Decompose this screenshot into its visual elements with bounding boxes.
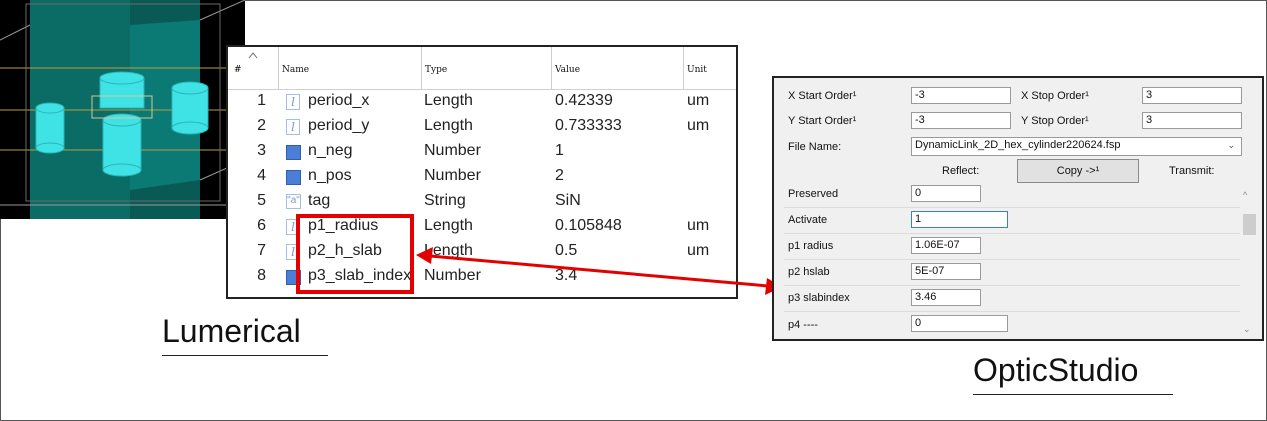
file-name-select[interactable]: DynamicLink_2D_hex_cylinder220624.fsp ⌄ <box>911 137 1242 156</box>
param-input-p2-hslab[interactable]: 5E-07 <box>911 263 981 280</box>
row-separator <box>784 233 1244 234</box>
param-input-p3-slabindex[interactable]: 3.46 <box>911 289 981 306</box>
param-input-activate[interactable]: 1 <box>911 211 1008 228</box>
param-label-preserved: Preserved <box>788 188 839 200</box>
param-label-p1-radius: p1 radius <box>788 240 834 252</box>
scroll-up-icon[interactable]: ^ <box>1243 190 1247 200</box>
param-input-preserved[interactable]: 0 <box>911 185 981 202</box>
reflect-label: Reflect: <box>942 165 980 177</box>
transmit-label: Transmit: <box>1169 165 1215 177</box>
opticstudio-label-underline <box>973 394 1173 395</box>
row-separator <box>784 207 1244 208</box>
scrollbar-thumb[interactable] <box>1243 214 1256 235</box>
param-label-p4: p4 ---- <box>788 319 818 331</box>
param-label-activate: Activate <box>788 214 828 226</box>
x-start-order-label: X Start Order¹ <box>788 90 857 102</box>
lumerical-label: Lumerical <box>162 313 301 349</box>
row-separator <box>784 311 1244 312</box>
chevron-down-icon: ⌄ <box>1227 140 1235 150</box>
y-stop-order-input[interactable]: 3 <box>1142 112 1242 129</box>
scroll-down-icon[interactable]: ⌄ <box>1243 324 1251 335</box>
y-start-order-input[interactable]: -3 <box>911 112 1011 129</box>
x-stop-order-label: X Stop Order¹ <box>1021 90 1089 102</box>
x-start-order-input[interactable]: -3 <box>911 87 1011 104</box>
opticstudio-settings-panel: X Start Order¹ -3 X Stop Order¹ 3 Y Star… <box>772 76 1264 341</box>
param-label-p2-hslab: p2 hslab <box>788 266 830 278</box>
row-separator <box>784 259 1244 260</box>
lumerical-label-underline <box>162 355 328 356</box>
file-name-value: DynamicLink_2D_hex_cylinder220624.fsp <box>915 139 1121 151</box>
x-stop-order-input[interactable]: 3 <box>1142 87 1242 104</box>
row-separator <box>784 285 1244 286</box>
param-label-p3-slabindex: p3 slabindex <box>788 292 850 304</box>
param-input-p4[interactable]: 0 <box>911 315 1008 332</box>
opticstudio-label: OpticStudio <box>973 352 1139 388</box>
param-input-p1-radius[interactable]: 1.06E-07 <box>911 237 981 254</box>
vertical-scrollbar[interactable]: ^ ⌄ <box>1240 188 1258 339</box>
y-start-order-label: Y Start Order¹ <box>788 115 857 127</box>
copy-button[interactable]: Copy ->¹ <box>1017 159 1139 183</box>
y-stop-order-label: Y Stop Order¹ <box>1021 115 1089 127</box>
file-name-label: File Name: <box>788 141 842 153</box>
